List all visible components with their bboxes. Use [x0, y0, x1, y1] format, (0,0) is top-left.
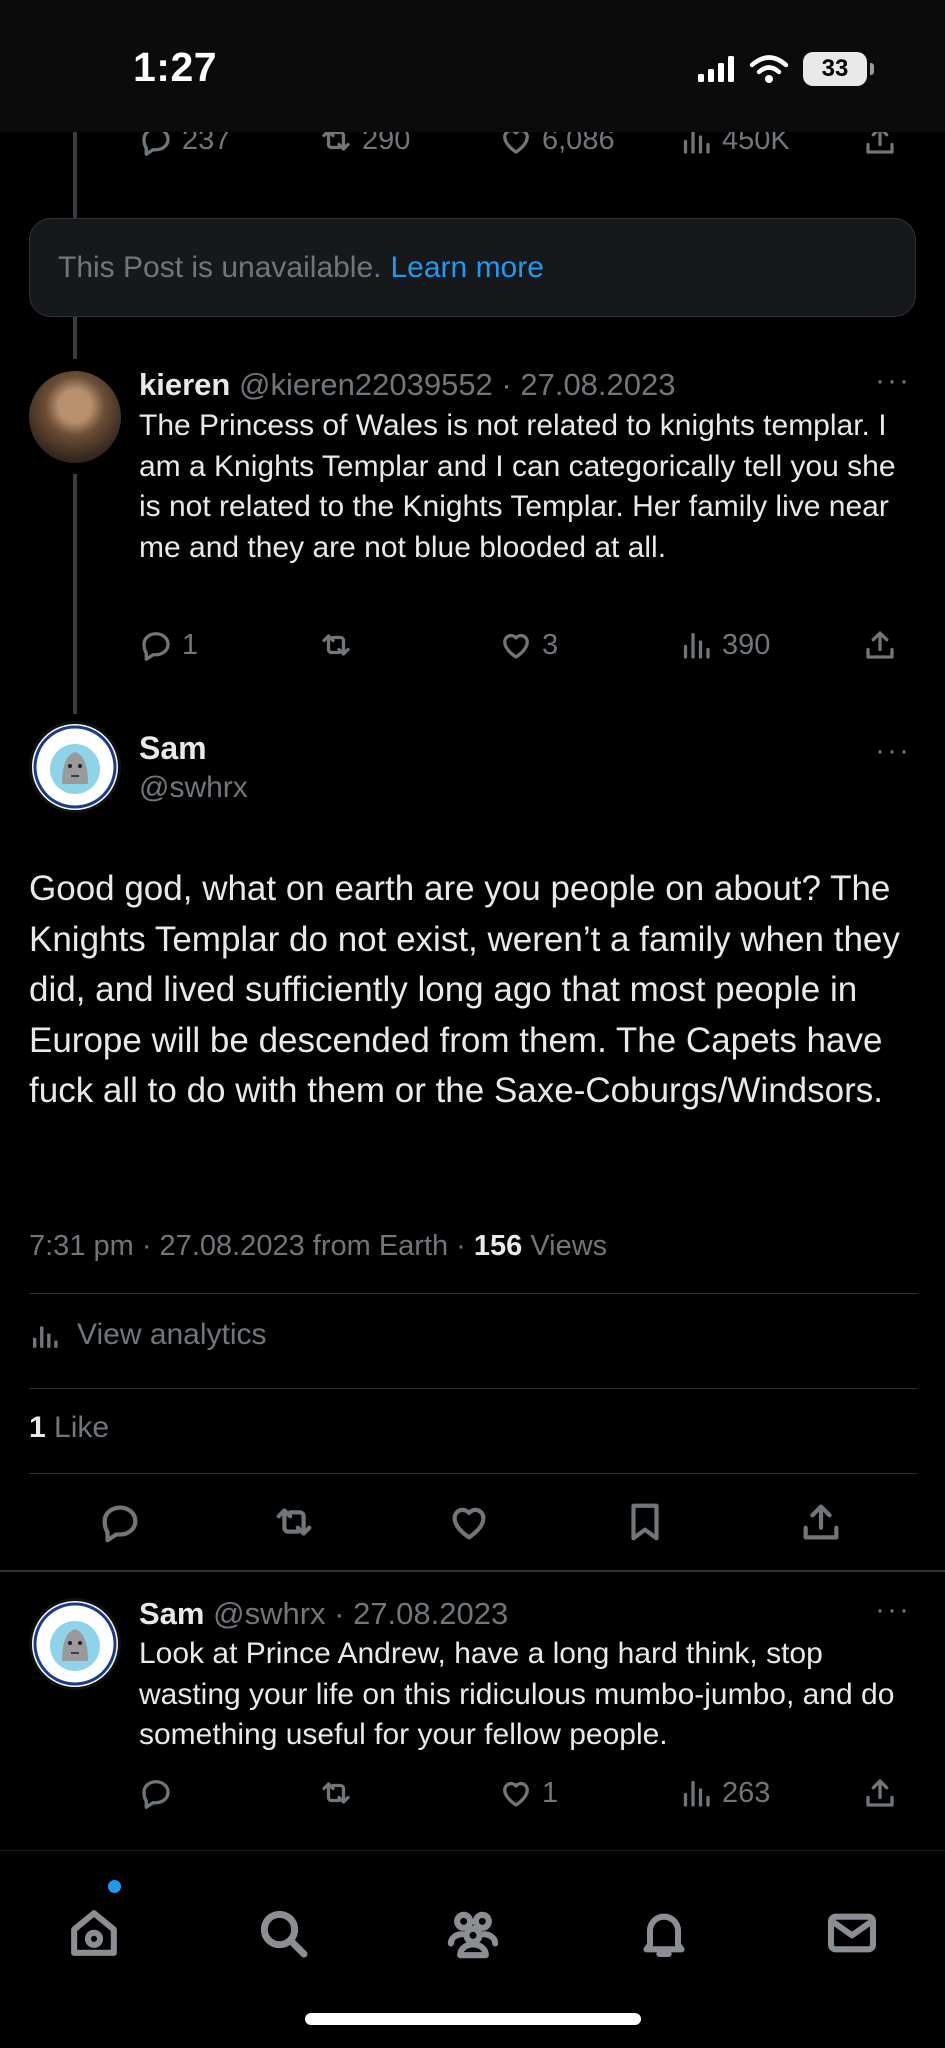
sam-reply-reply-button[interactable]: [138, 1775, 174, 1811]
main-views-label: Views: [522, 1230, 608, 1262]
main-likes-summary[interactable]: 1 Like: [29, 1411, 109, 1445]
avatar-sam-reply[interactable]: [29, 1598, 121, 1690]
main-author-name[interactable]: Sam: [139, 730, 207, 767]
bookmark-icon[interactable]: [622, 1499, 668, 1545]
notifications-icon[interactable]: [636, 1905, 692, 1961]
divider: [29, 1388, 917, 1389]
sam-reply-like-button[interactable]: 1: [498, 1775, 558, 1811]
status-time: 1:27: [133, 44, 218, 90]
heart-icon[interactable]: [446, 1499, 492, 1545]
cellular-signal-icon: [698, 56, 734, 82]
share-icon: [866, 1779, 894, 1807]
unavailable-post-notice: This Post is unavailable. Learn more: [29, 218, 916, 317]
heart-icon: [503, 1781, 529, 1807]
kieren-actions: 1 3 390: [138, 620, 898, 670]
sam-reply-like-count: 1: [542, 1776, 559, 1809]
kieren-share-button[interactable]: [862, 627, 898, 663]
sam-reply-more-button[interactable]: ···: [875, 1593, 911, 1627]
main-tweet-timestamp: 7:31 pm · 27.08.2023 from Earth ·: [29, 1230, 474, 1262]
kieren-reply-button[interactable]: 1: [138, 627, 198, 663]
retweet-icon: [322, 634, 350, 656]
wifi-icon: [749, 55, 789, 83]
reply-icon: [142, 1780, 170, 1809]
kieren-views-count: 390: [722, 628, 771, 661]
main-tweet-text: Good god, what on earth are you people o…: [29, 869, 900, 1110]
kieren-reply-count: 1: [182, 628, 199, 661]
battery-indicator: 33: [803, 52, 874, 86]
sam-reply-share-button[interactable]: [862, 1775, 898, 1811]
main-views-count: 156: [473, 1230, 523, 1262]
kieren-tweet-text: The Princess of Wales is not related to …: [139, 409, 896, 564]
share-icon[interactable]: [798, 1499, 844, 1545]
home-icon[interactable]: [66, 1905, 122, 1961]
divider: [29, 1473, 917, 1474]
main-likes-count: 1: [29, 1411, 46, 1444]
sam-reply-name[interactable]: Sam: [139, 1596, 204, 1631]
sam-reply-meta: @swhrx · 27.08.2023: [213, 1596, 509, 1631]
thread-line-lower: [73, 474, 77, 714]
reply-icon: [142, 632, 170, 661]
avatar-sam[interactable]: [29, 721, 121, 813]
communities-icon[interactable]: [445, 1905, 501, 1961]
view-analytics-button[interactable]: View analytics: [29, 1318, 267, 1352]
kieren-tweet-header: kieren @kieren22039552 · 27.08.2023: [139, 367, 676, 403]
search-icon[interactable]: [255, 1905, 311, 1961]
sam-reply-retweet-button[interactable]: [318, 1775, 354, 1811]
share-icon: [866, 631, 894, 659]
kieren-name[interactable]: kieren: [139, 367, 230, 402]
avatar-kieren[interactable]: [29, 371, 121, 463]
status-icons: 33: [697, 52, 874, 86]
retweet-icon[interactable]: [271, 1499, 317, 1545]
analytics-icon: [32, 1326, 58, 1348]
learn-more-link[interactable]: Learn more: [391, 251, 544, 285]
kieren-like-button[interactable]: 3: [498, 627, 558, 663]
sam-reply-header: Sam @swhrx · 27.08.2023: [139, 1596, 508, 1632]
sam-reply-text: Look at Prince Andrew, have a long hard …: [139, 1637, 895, 1751]
divider: [0, 1570, 945, 1572]
sam-reply-actions: 1 263: [138, 1768, 898, 1818]
main-author-handle[interactable]: @swhrx: [139, 771, 248, 805]
thread-line-top: [73, 132, 77, 218]
messages-icon[interactable]: [824, 1905, 880, 1961]
view-analytics-label: View analytics: [77, 1318, 267, 1351]
main-likes-label: Like: [45, 1411, 110, 1444]
status-bar: 1:27 33: [0, 0, 945, 132]
npc-badge-avatar-icon: [33, 725, 117, 809]
heart-icon: [503, 633, 529, 659]
views-chart-icon: [683, 1780, 710, 1807]
kieren-views-button[interactable]: 390: [678, 627, 770, 663]
divider: [29, 1293, 917, 1294]
main-tweet-meta: 7:31 pm · 27.08.2023 from Earth · 156 Vi…: [29, 1230, 607, 1263]
kieren-retweet-button[interactable]: [318, 627, 354, 663]
retweet-icon: [322, 1782, 350, 1804]
views-chart-icon: [683, 632, 710, 659]
unavailable-text: This Post is unavailable.: [58, 250, 382, 284]
sam-reply-views-button[interactable]: 263: [678, 1775, 770, 1811]
reply-icon[interactable]: [97, 1499, 143, 1545]
main-tweet-actions: [29, 1497, 917, 1553]
main-more-button[interactable]: ···: [875, 734, 911, 768]
sam-reply-views-count: 263: [722, 1776, 771, 1809]
npc-badge-avatar-icon: [33, 1602, 117, 1686]
kieren-meta: @kieren22039552 · 27.08.2023: [238, 367, 676, 402]
home-notification-dot: [108, 1880, 121, 1893]
home-indicator: [305, 2013, 641, 2025]
thread-line-mid: [73, 317, 77, 359]
kieren-more-button[interactable]: ···: [875, 364, 911, 398]
kieren-like-count: 3: [542, 628, 559, 661]
